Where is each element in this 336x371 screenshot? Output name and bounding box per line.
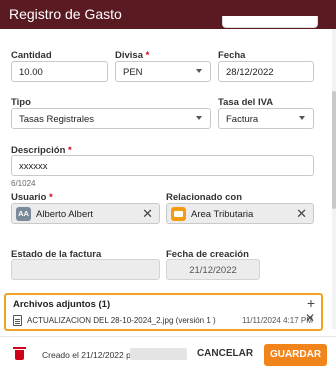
descripcion-counter: 6/1024 (11, 179, 36, 188)
estado-factura-field (11, 259, 160, 280)
relacionado-value: Area Tributaria (191, 209, 254, 220)
divisa-select[interactable]: PEN (115, 61, 211, 82)
dialog-footer: Creado el 21/12/2022 por CANCELAR GUARDA… (0, 336, 336, 371)
save-button[interactable]: GUARDAR (264, 344, 327, 366)
header-card-edge (222, 16, 318, 28)
add-attachment-plus-icon[interactable]: + (307, 295, 315, 311)
tasa-iva-select[interactable]: Factura (218, 108, 314, 129)
chevron-down-icon (196, 116, 202, 120)
scrollbar-thumb[interactable] (332, 91, 336, 209)
clear-usuario-close-icon[interactable]: ✕ (142, 206, 153, 222)
cantidad-input[interactable]: 10.00 (11, 61, 108, 82)
attachments-panel: Archivos adjuntos (1) + ACTUALIZACION DE… (4, 293, 323, 331)
remove-attachment-close-icon[interactable]: ✕ (305, 311, 315, 325)
divisa-label: Divisa * (115, 50, 150, 61)
avatar: AA (16, 207, 31, 221)
tipo-label: Tipo (11, 97, 31, 108)
chevron-down-icon (299, 116, 305, 120)
folder-icon (171, 207, 186, 221)
descripcion-input[interactable]: xxxxxx (11, 155, 314, 176)
relacionado-field[interactable]: Area Tributaria ✕ (166, 203, 314, 224)
trash-icon[interactable] (13, 347, 26, 360)
clear-relacionado-close-icon[interactable]: ✕ (296, 206, 307, 222)
tasa-iva-label: Tasa del IVA (218, 97, 274, 108)
dialog-header: Registro de Gasto (0, 0, 336, 29)
cancel-button[interactable]: CANCELAR (196, 344, 254, 364)
attachments-title: Archivos adjuntos (1) (13, 299, 111, 310)
attachment-date: 11/11/2024 4:17 PM (242, 316, 313, 325)
fecha-input[interactable]: 28/12/2022 (218, 61, 314, 82)
dialog-title: Registro de Gasto (9, 6, 122, 22)
chevron-down-icon (196, 69, 202, 73)
tipo-select[interactable]: Tasas Registrales (11, 108, 211, 129)
created-info: Creado el 21/12/2022 por (42, 350, 139, 360)
fecha-creacion-field: 21/12/2022 (166, 259, 260, 280)
fecha-label: Fecha (218, 50, 246, 61)
cantidad-label: Cantidad (11, 50, 52, 61)
usuario-value: Alberto Albert (36, 209, 94, 220)
scrollbar[interactable] (332, 29, 336, 329)
attachment-name[interactable]: ACTUALIZACION DEL 28-10-2024_2.jpg (vers… (27, 316, 216, 325)
usuario-field[interactable]: AA Alberto Albert ✕ (11, 203, 160, 224)
relacionado-label: Relacionado con (166, 192, 243, 203)
usuario-label: Usuario * (11, 192, 53, 203)
redacted-user (130, 348, 187, 360)
file-icon (13, 315, 22, 326)
